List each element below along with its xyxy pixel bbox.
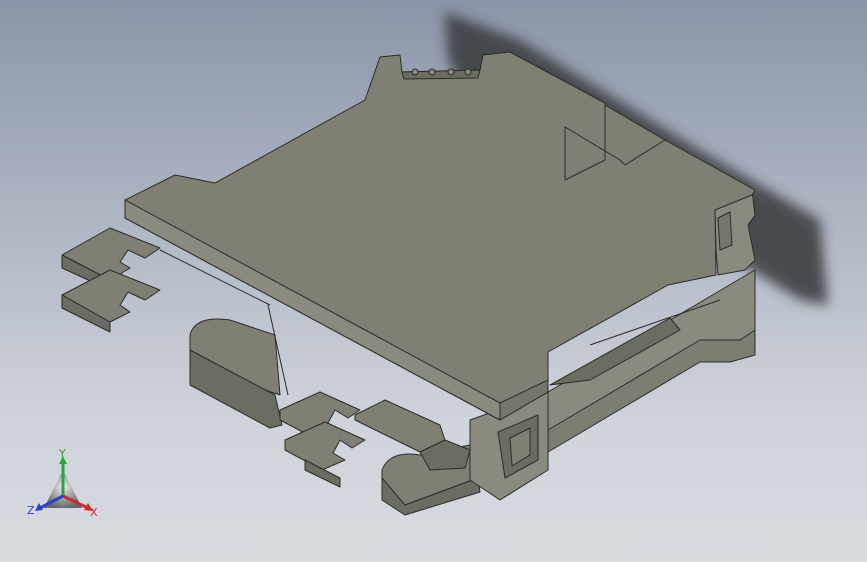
triad-z-label: Z xyxy=(27,504,35,517)
orientation-triad[interactable]: Y X Z xyxy=(22,448,112,528)
front-right-step xyxy=(354,399,446,453)
notch-pin-4 xyxy=(464,68,472,76)
right-end-cap-notch xyxy=(717,211,733,251)
notch-pin-2 xyxy=(428,68,436,76)
3d-model[interactable] xyxy=(0,0,867,562)
graphics-viewport[interactable]: Y X Z xyxy=(0,0,867,562)
notch-pin-3 xyxy=(447,68,455,76)
notch-pin-1 xyxy=(411,68,419,76)
triad-x-label: X xyxy=(90,506,98,519)
triad-y-label: Y xyxy=(58,448,66,460)
